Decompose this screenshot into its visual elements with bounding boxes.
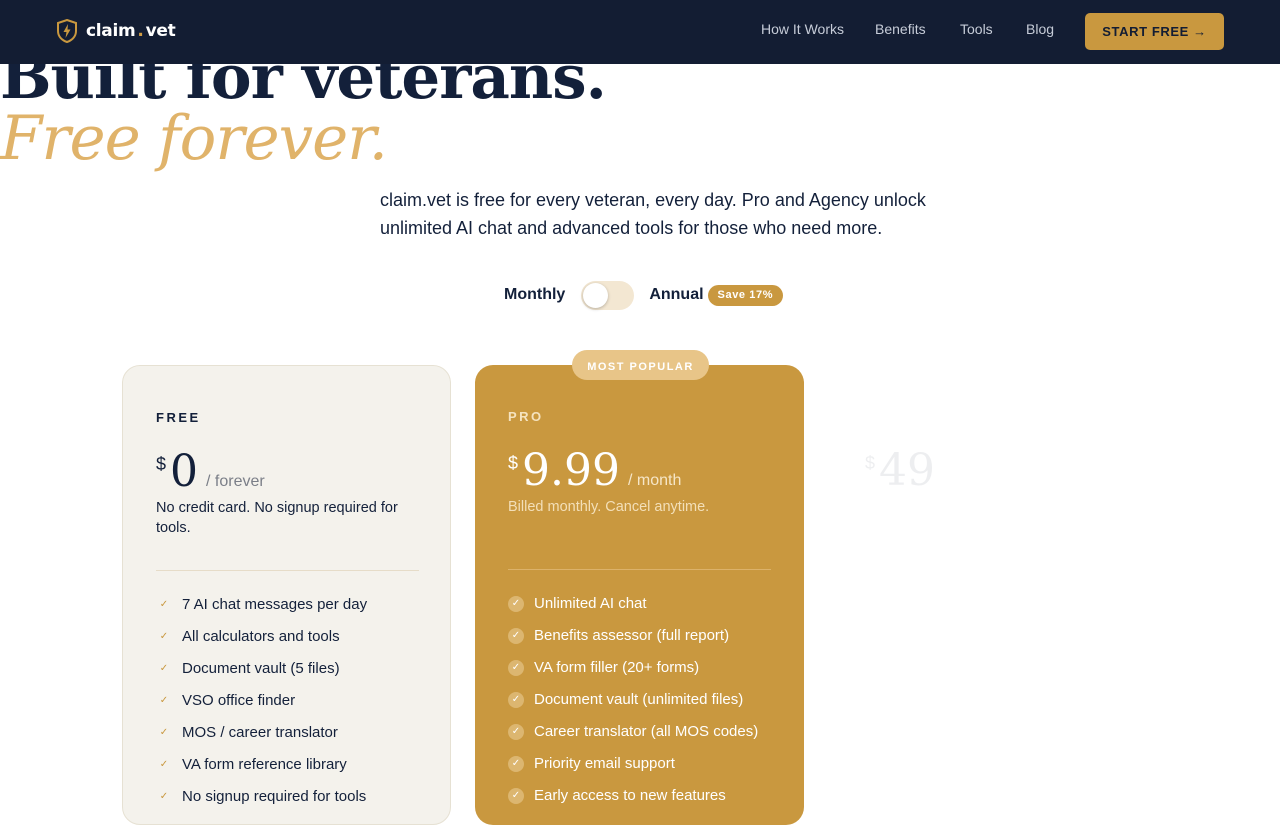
feature-item: ✓ All calculators and tools (156, 627, 426, 647)
feature-item: ✓ Document vault (5 files) (156, 659, 426, 679)
plan-note: No credit card. No signup required for t… (156, 500, 398, 536)
price-period: / month (627, 472, 682, 489)
brand-name: claim. vet (86, 21, 176, 41)
most-popular-badge: MOST POPULAR (572, 350, 709, 380)
feature-item: ✓ MOS / career translator (156, 723, 426, 743)
plan-tier: PRO (508, 409, 544, 424)
check-icon: ✓ (159, 663, 169, 674)
top-nav: claim. vet How It Works Benefits Tools Bl… (0, 0, 1280, 64)
nav-link-how-it-works[interactable]: How It Works (761, 21, 844, 37)
check-icon: ✓ (159, 727, 169, 738)
feature-item: ✓ 7 AI chat messages per day (156, 595, 426, 615)
plan-price: $ 0 / forever (156, 448, 265, 496)
feature-item: ✓ VA form filler (20+ forms) (508, 658, 778, 678)
nav-link-tools[interactable]: Tools (960, 21, 993, 37)
nav-link-benefits[interactable]: Benefits (875, 21, 926, 37)
billing-toggle[interactable] (581, 280, 635, 310)
price-amount: 49 (879, 445, 936, 496)
nav-link-blog[interactable]: Blog (1026, 21, 1054, 37)
price-amount: 9.99 (522, 445, 620, 496)
check-icon: ✓ (159, 631, 169, 642)
check-icon: ✓ (508, 596, 524, 612)
plan-price: $ 49 (865, 447, 935, 495)
plan-note: Billed monthly. Cancel anytime. (508, 499, 710, 515)
feature-list: ✓ 7 AI chat messages per day ✓ All calcula… (156, 595, 426, 819)
feature-item: ✓ No signup required for tools (156, 787, 426, 807)
plan-card-free: FREE $ 0 / forever No credit card. No si… (122, 365, 451, 825)
feature-item: ✓ Early access to new features (508, 786, 778, 806)
hero-intro: claim.vet is free for every veteran, eve… (380, 190, 926, 238)
check-icon: ✓ (508, 724, 524, 740)
plan-tier: FREE (156, 410, 201, 425)
feature-item: ✓ VSO office finder (156, 691, 426, 711)
divider (156, 570, 419, 571)
currency-symbol: $ (865, 453, 876, 473)
brand-logo[interactable]: claim. vet (57, 18, 176, 44)
billing-toggle-row: Monthly Annual Save 17% (504, 280, 784, 310)
toggle-knob (583, 282, 609, 308)
check-icon: ✓ (159, 791, 169, 802)
plan-card-pro: PRO $ 9.99 / month Billed monthly. Cance… (475, 365, 804, 825)
currency-symbol: $ (508, 453, 519, 473)
check-icon: ✓ (508, 660, 524, 676)
annual-label[interactable]: Annual (649, 286, 703, 304)
check-icon: ✓ (508, 628, 524, 644)
feature-item: ✓ Document vault (unlimited files) (508, 690, 778, 710)
price-period: / forever (206, 473, 265, 490)
plan-card-agency: $ 49 (832, 365, 1161, 825)
price-amount: 0 (170, 446, 199, 497)
check-icon: ✓ (159, 599, 169, 610)
currency-symbol: $ (156, 454, 167, 474)
check-icon: ✓ (159, 695, 169, 706)
monthly-label[interactable]: Monthly (504, 286, 565, 304)
feature-item: ✓ Unlimited AI chat (508, 594, 778, 614)
start-free-button[interactable]: START FREE → (1085, 13, 1224, 50)
feature-item: ✓ Benefits assessor (full report) (508, 626, 778, 646)
divider (508, 569, 771, 570)
check-icon: ✓ (508, 756, 524, 772)
hero-subtitle: Free forever. (0, 103, 388, 174)
check-icon: ✓ (508, 692, 524, 708)
check-icon: ✓ (159, 759, 169, 770)
check-icon: ✓ (508, 788, 524, 804)
feature-item: ✓ VA form reference library (156, 755, 426, 775)
save-badge: Save 17% (707, 284, 784, 306)
feature-item: ✓ Career translator (all MOS codes) (508, 722, 778, 742)
shield-bolt-icon (57, 19, 77, 43)
plan-price: $ 9.99 / month (508, 447, 681, 495)
feature-item: ✓ Priority email support (508, 754, 778, 774)
feature-list: ✓ Unlimited AI chat ✓ Benefits assessor (f… (508, 594, 778, 818)
